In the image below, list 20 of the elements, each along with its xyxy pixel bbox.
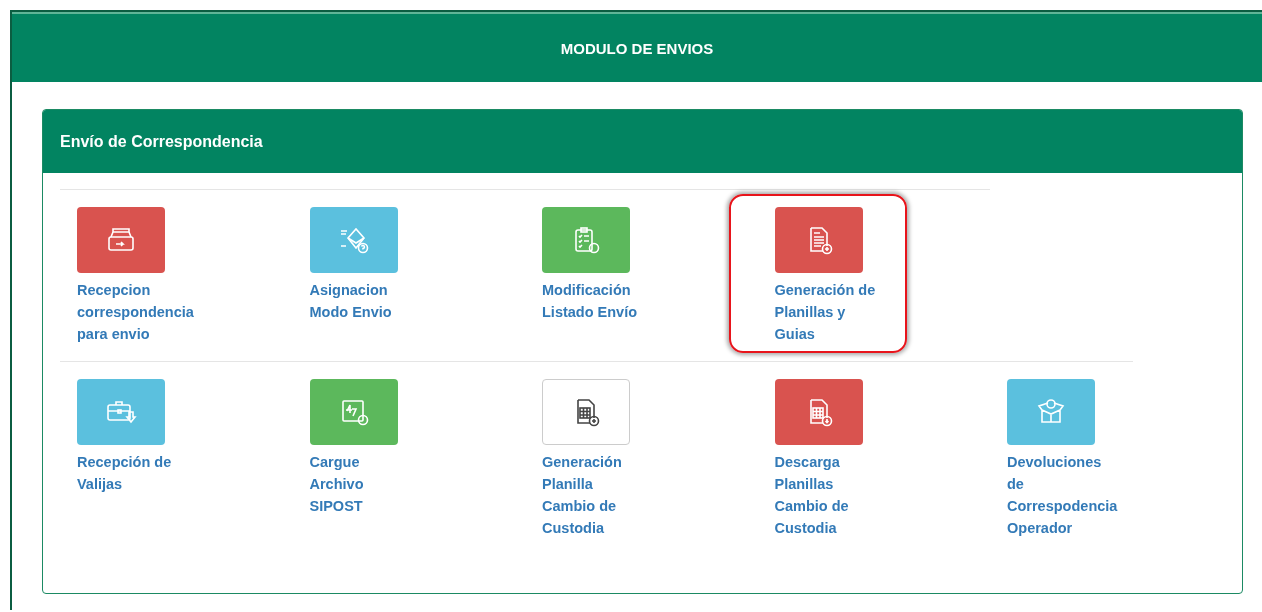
menu-link[interactable]: Recepción de Valijas [43, 366, 209, 503]
menu-label: Generación Planilla Cambio de Custodia [542, 453, 622, 538]
menu-link[interactable]: Modificación Listado Envío [496, 194, 674, 331]
page-title: MODULO DE ENVIOS [560, 39, 714, 57]
menu-label: Recepción de Valijas [77, 453, 172, 494]
menu-label: Asignacion Modo Envio [309, 281, 392, 322]
menu-label: Generación de Planillas y Guias [774, 281, 876, 344]
menu-label: Recepcion correspondencia para envio [77, 281, 194, 344]
menu-link[interactable]: Generación de Planillas y Guias [728, 194, 907, 353]
menu-link[interactable]: Asignacion Modo Envio [263, 194, 442, 331]
panel-title: Envío de Correspondencia [60, 132, 263, 151]
menu-label: Cargue Archivo SIPOST [309, 453, 364, 516]
menu-link[interactable]: Recepcion correspondencia para envio [43, 194, 214, 353]
menu-link[interactable]: Descarga Planillas Cambio de Custodia [728, 366, 907, 547]
menu-link[interactable]: Generación Planilla Cambio de Custodia [496, 366, 674, 547]
menu-link[interactable]: Cargue Archivo SIPOST [263, 366, 442, 525]
menu-link[interactable]: Devoluciones de Correspodencia Operador [961, 366, 1139, 547]
menu-label: Modificación Listado Envío [542, 281, 638, 322]
menu-label: Devoluciones de Correspodencia Operador [1007, 453, 1118, 538]
menu-label: Descarga Planillas Cambio de Custodia [774, 453, 849, 538]
